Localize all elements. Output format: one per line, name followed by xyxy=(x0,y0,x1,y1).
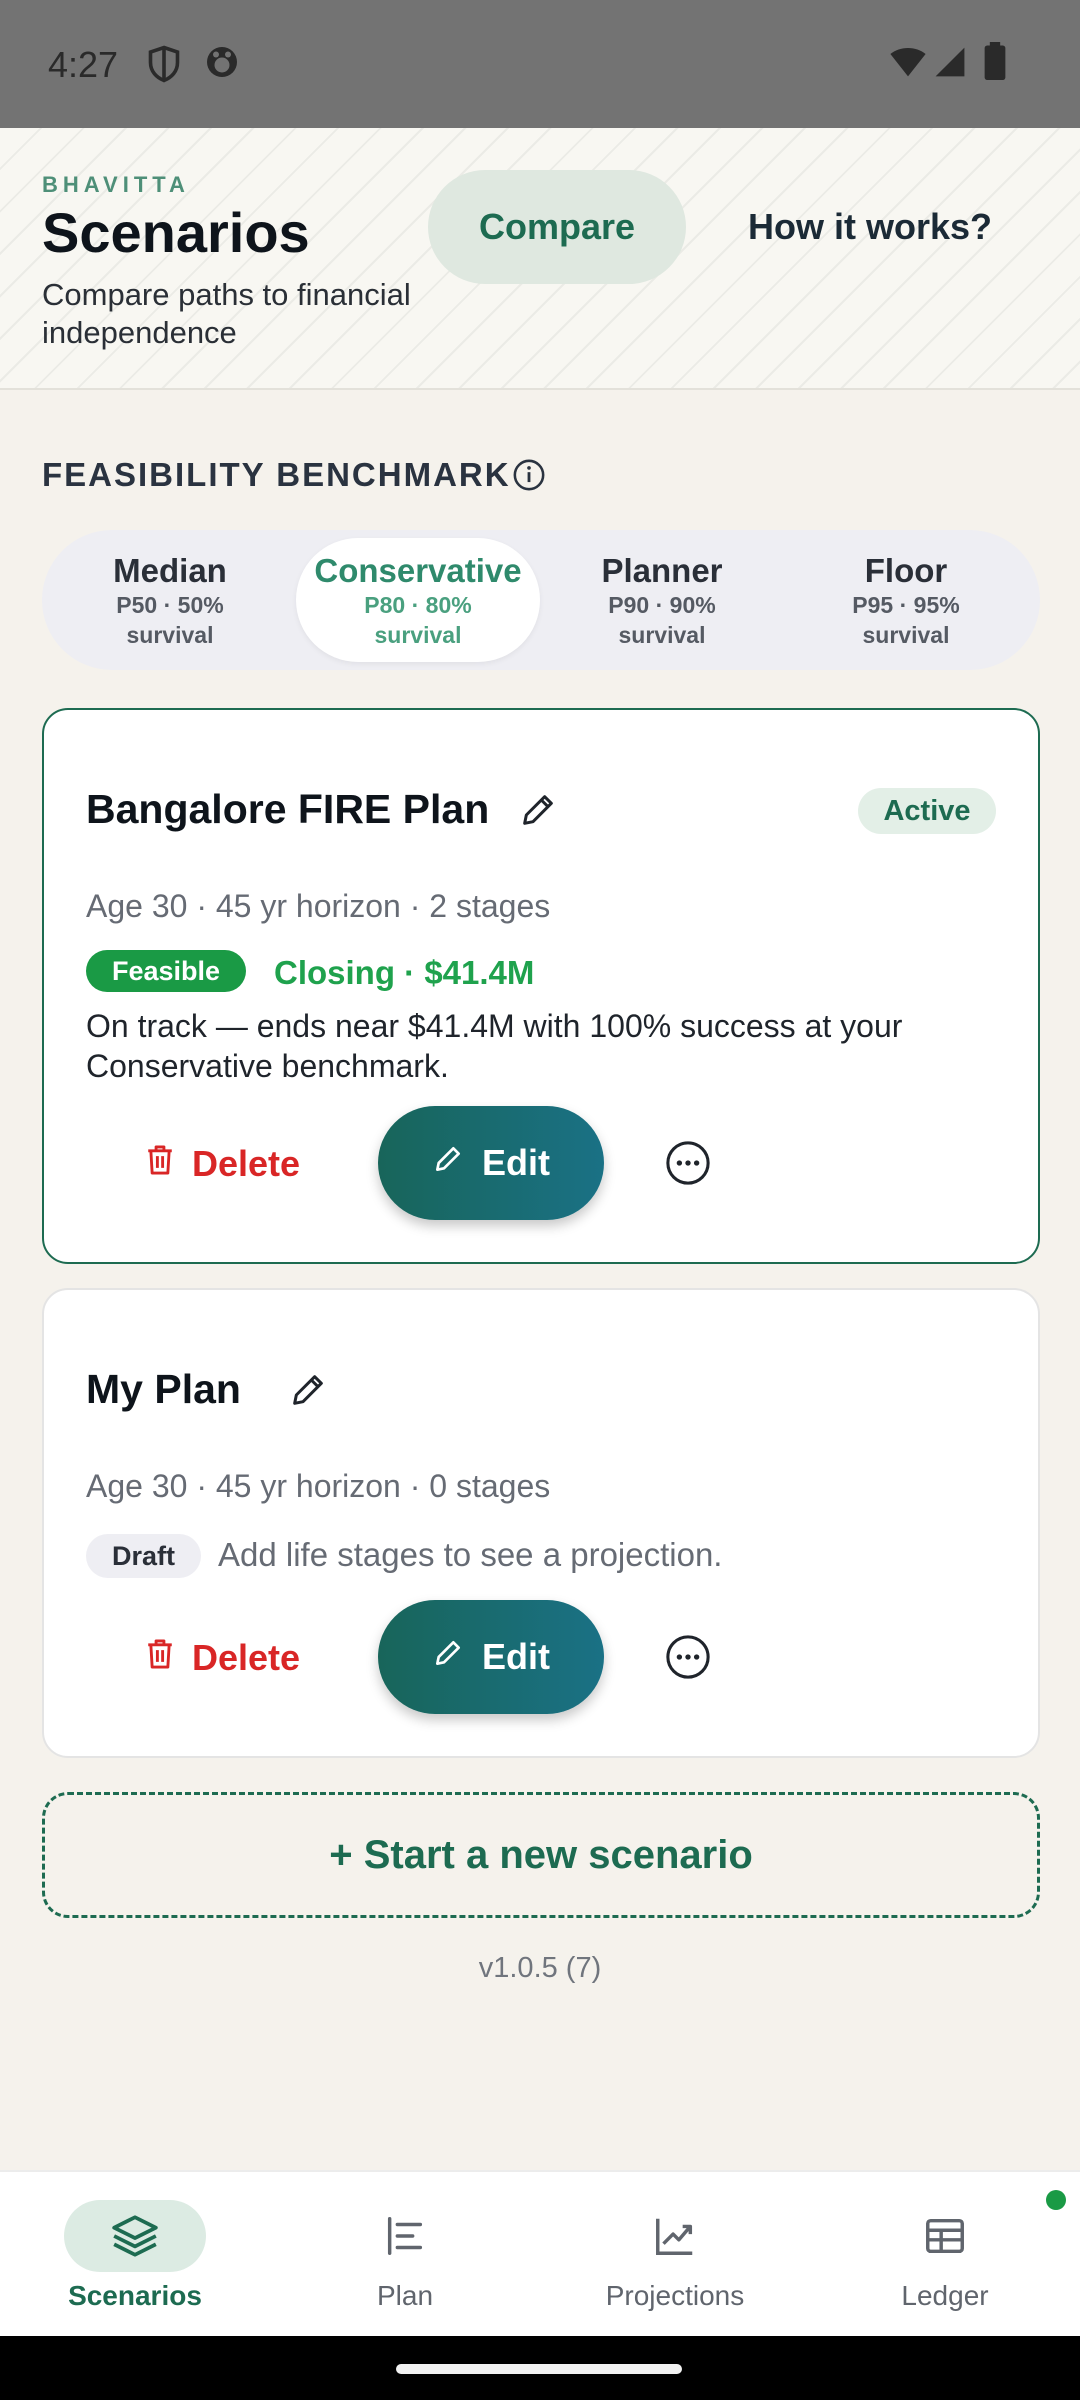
scenario-name: My Plan xyxy=(86,1366,241,1412)
edit-button[interactable]: Edit xyxy=(378,1600,604,1714)
app-version: v1.0.5 (7) xyxy=(478,1952,602,1984)
nav-item-plan[interactable]: Plan xyxy=(270,2172,540,2338)
chart-icon xyxy=(604,2200,746,2272)
benchmark-option-survival: survival xyxy=(374,622,462,648)
nav-item-scenarios[interactable]: Scenarios xyxy=(0,2172,270,2338)
scenario-meta: Age 30 · 45 yr horizon · 0 stages xyxy=(86,1468,551,1504)
benchmark-option-name: Planner xyxy=(601,552,723,589)
pencil-icon[interactable] xyxy=(518,790,558,835)
pencil-icon[interactable] xyxy=(288,1370,328,1415)
delete-button[interactable]: Delete xyxy=(144,1124,344,1204)
page-header: BHAVITTA Scenarios Compare paths to fina… xyxy=(0,128,1080,390)
page-subtitle: Compare paths to financial independence xyxy=(42,277,411,350)
draft-hint: Add life stages to see a projection. xyxy=(218,1536,723,1573)
how-it-works-button[interactable]: How it works? xyxy=(720,170,1020,284)
edit-label: Edit xyxy=(482,1142,550,1183)
benchmark-option-conservative[interactable]: Conservative P80 · 80% survival xyxy=(296,538,540,662)
home-handle[interactable] xyxy=(396,2364,682,2374)
brand-label: BHAVITTA xyxy=(42,172,190,197)
edit-button[interactable]: Edit xyxy=(378,1106,604,1220)
benchmark-option-name: Conservative xyxy=(314,552,522,589)
battery-icon xyxy=(984,42,1006,85)
status-bar: 4:27 xyxy=(0,0,1080,128)
table-icon xyxy=(874,2200,1016,2272)
nav-item-ledger[interactable]: Ledger xyxy=(810,2172,1080,2338)
feasible-badge: Feasible xyxy=(86,950,247,992)
more-options-icon[interactable] xyxy=(658,1628,718,1688)
nav-label: Plan xyxy=(376,2280,434,2311)
trash-icon xyxy=(144,1637,176,1680)
scenario-meta: Age 30 · 45 yr horizon · 2 stages xyxy=(86,888,551,924)
benchmark-option-survival: survival xyxy=(618,622,706,648)
benchmark-option-name: Median xyxy=(113,552,227,589)
bottom-navigation: Scenarios Plan Projections Ledger xyxy=(0,2170,1080,2336)
edit-label: Edit xyxy=(482,1636,550,1677)
delete-label: Delete xyxy=(192,1143,301,1184)
benchmark-selector: Median P50 · 50% survival Conservative P… xyxy=(42,530,1040,670)
benchmark-label: FEASIBILITY BENCHMARK xyxy=(42,456,511,493)
benchmark-option-percentile: P90 · 90% xyxy=(608,592,716,618)
delete-button[interactable]: Delete xyxy=(144,1618,344,1698)
scenario-description: On track — ends near $41.4M with 100% su… xyxy=(86,1008,903,1084)
pencil-icon xyxy=(432,1142,464,1184)
more-options-icon[interactable] xyxy=(658,1134,718,1194)
scenario-card[interactable]: My Plan Age 30 · 45 yr horizon · 0 stage… xyxy=(42,1288,1040,1758)
benchmark-option-percentile: P95 · 95% xyxy=(852,592,960,618)
info-icon[interactable] xyxy=(512,458,546,497)
benchmark-option-survival: survival xyxy=(126,622,214,648)
benchmark-option-floor[interactable]: Floor P95 · 95% survival xyxy=(784,538,1028,662)
shield-icon xyxy=(146,44,182,89)
scenario-card[interactable]: Bangalore FIRE Plan Active Age 30 · 45 y… xyxy=(42,708,1040,1264)
benchmark-option-planner[interactable]: Planner P90 · 90% survival xyxy=(540,538,784,662)
signal-icon xyxy=(934,46,966,83)
notification-dot xyxy=(1046,2190,1066,2210)
benchmark-option-name: Floor xyxy=(864,552,948,589)
benchmark-option-median[interactable]: Median P50 · 50% survival xyxy=(48,538,292,662)
layers-icon xyxy=(64,2200,206,2272)
app-notification-icon xyxy=(204,44,240,85)
pencil-icon xyxy=(432,1636,464,1678)
benchmark-option-percentile: P80 · 80% xyxy=(364,592,472,618)
new-scenario-button[interactable]: + Start a new scenario xyxy=(42,1792,1040,1918)
trash-icon xyxy=(144,1143,176,1186)
draft-badge: Draft xyxy=(86,1534,202,1578)
page-title: Scenarios xyxy=(42,201,310,264)
status-time: 4:27 xyxy=(48,44,119,85)
status-badge: Active xyxy=(858,788,996,834)
wifi-icon xyxy=(888,46,928,83)
nav-label: Scenarios xyxy=(68,2280,202,2311)
nav-label: Projections xyxy=(605,2280,745,2311)
nav-item-projections[interactable]: Projections xyxy=(540,2172,810,2338)
benchmark-option-percentile: P50 · 50% xyxy=(116,592,224,618)
scenario-name: Bangalore FIRE Plan xyxy=(86,786,490,832)
benchmark-option-survival: survival xyxy=(862,622,950,648)
nav-label: Ledger xyxy=(901,2280,989,2311)
delete-label: Delete xyxy=(192,1637,301,1678)
plan-icon xyxy=(334,2200,476,2272)
compare-button[interactable]: Compare xyxy=(428,170,686,284)
closing-value: Closing · $41.4M xyxy=(274,954,535,991)
